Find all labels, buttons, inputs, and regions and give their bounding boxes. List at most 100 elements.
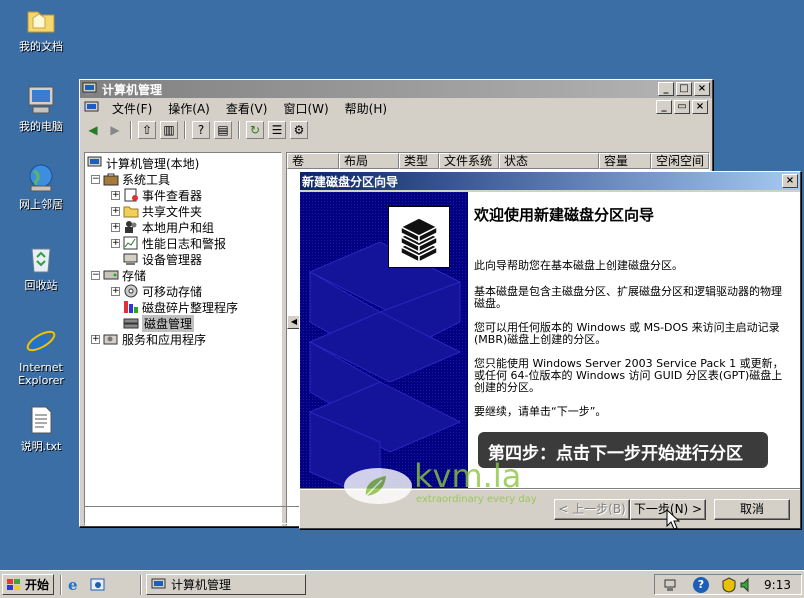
- watermark-brand: kvm.la: [414, 457, 522, 495]
- toolbar-separator: [184, 121, 186, 139]
- taskbar: 开始 e 计算机管理 ? 9:13: [0, 570, 804, 598]
- cancel-button[interactable]: 取消: [714, 499, 790, 520]
- menu-action[interactable]: 操作(A): [160, 98, 218, 119]
- desktop-icon-network[interactable]: 网上邻居: [6, 162, 76, 211]
- column-header-volume[interactable]: 卷: [287, 153, 339, 169]
- wizard-heading: 欢迎使用新建磁盘分区向导: [474, 206, 655, 224]
- desktop-icon-label: 网上邻居: [19, 198, 63, 211]
- menu-bar: 文件(F) 操作(A) 查看(V) 窗口(W) 帮助(H) _ ▭ ×: [80, 98, 712, 118]
- help-tray-icon[interactable]: ?: [693, 577, 709, 593]
- expand-toggle[interactable]: +: [111, 222, 120, 232]
- wizard-paragraph-4: 您只能使用 Windows Server 2003 Service Pack 1…: [474, 357, 784, 394]
- minimize-button[interactable]: _: [658, 82, 674, 96]
- network-tray-icon[interactable]: [663, 577, 679, 593]
- maximize-button[interactable]: □: [676, 82, 692, 96]
- task-label: 计算机管理: [171, 578, 232, 592]
- users-icon: [123, 220, 139, 234]
- folder-icon: [25, 4, 57, 36]
- wizard-title: 新建磁盘分区向导: [302, 174, 399, 189]
- expand-toggle[interactable]: +: [111, 286, 120, 296]
- wizard-close-button[interactable]: ×: [782, 174, 798, 188]
- wizard-titlebar[interactable]: 新建磁盘分区向导 ×: [300, 172, 800, 190]
- tree-node-removable-storage[interactable]: + 可移动存储: [111, 283, 202, 299]
- collapse-toggle[interactable]: −: [91, 174, 100, 184]
- expand-toggle[interactable]: +: [111, 238, 120, 248]
- expand-toggle[interactable]: +: [111, 190, 120, 200]
- forward-arrow-icon[interactable]: ▶: [106, 121, 124, 139]
- child-restore-button[interactable]: ▭: [674, 100, 690, 114]
- internet-explorer-icon: e: [25, 325, 57, 360]
- disk-management-icon: [123, 316, 139, 330]
- mmc-child-icon: [84, 101, 102, 115]
- tree-node-storage[interactable]: − 存储: [91, 267, 146, 283]
- up-level-icon[interactable]: ⇧: [138, 121, 156, 139]
- column-header-type[interactable]: 类型: [399, 153, 439, 169]
- quick-launch-separator: [140, 575, 142, 595]
- desktop-icon-label: Internet Explorer: [18, 361, 64, 387]
- window-titlebar[interactable]: 计算机管理 _ □ ×: [80, 80, 712, 98]
- settings-icon[interactable]: ⚙: [290, 121, 308, 139]
- desktop-icon-my-documents[interactable]: 我的文档: [6, 4, 76, 53]
- column-header-capacity[interactable]: 容量: [599, 153, 651, 169]
- show-tree-icon[interactable]: ▥: [160, 121, 178, 139]
- tree-node-event-viewer[interactable]: + 事件查看器: [111, 187, 202, 203]
- desktop-icon-ie[interactable]: e Internet Explorer: [6, 325, 76, 387]
- column-header-filesystem[interactable]: 文件系统: [439, 153, 499, 169]
- child-minimize-button[interactable]: _: [656, 100, 672, 114]
- desktop-icon-my-computer[interactable]: 我的电脑: [6, 84, 76, 133]
- svg-text:e: e: [30, 325, 49, 357]
- taskbar-task-computer-management[interactable]: 计算机管理: [146, 574, 306, 595]
- start-button[interactable]: 开始: [2, 574, 54, 595]
- desktop-icon-label: 回收站: [24, 279, 58, 292]
- properties-icon[interactable]: ▤: [214, 121, 232, 139]
- computer-management-icon: [87, 156, 103, 170]
- speaker-tray-icon[interactable]: [739, 577, 755, 593]
- column-header-status[interactable]: 状态: [499, 153, 599, 169]
- column-header-free-space[interactable]: 空闲空间: [651, 153, 709, 169]
- tree-node-root[interactable]: 计算机管理(本地): [87, 155, 199, 171]
- clock[interactable]: 9:13: [764, 578, 791, 592]
- menu-window[interactable]: 窗口(W): [275, 98, 336, 119]
- desktop-icon-recycle-bin[interactable]: 回收站: [6, 243, 76, 292]
- menu-help[interactable]: 帮助(H): [337, 98, 395, 119]
- tree-node-local-users[interactable]: + 本地用户和组: [111, 219, 214, 235]
- help-icon[interactable]: ?: [192, 121, 210, 139]
- security-shield-tray-icon[interactable]: [721, 577, 737, 593]
- device-manager-icon: [123, 252, 139, 266]
- quick-launch-ie-icon[interactable]: e: [68, 577, 84, 593]
- toolbox-icon: [103, 172, 119, 186]
- tree-node-device-manager[interactable]: 设备管理器: [123, 251, 202, 267]
- export-list-icon[interactable]: ☰: [268, 121, 286, 139]
- tree-node-defrag[interactable]: 磁盘碎片整理程序: [123, 299, 238, 315]
- windows-logo-icon: [6, 578, 22, 592]
- tree-node-system-tools[interactable]: − 系统工具: [91, 171, 170, 187]
- performance-icon: [123, 236, 139, 250]
- quick-launch-explorer-icon[interactable]: [90, 577, 106, 593]
- tree-node-disk-management[interactable]: 磁盘管理: [123, 314, 195, 332]
- wizard-logo-icon: [388, 206, 450, 268]
- watermark-tagline: extraordinary every day: [416, 494, 537, 505]
- collapse-toggle[interactable]: −: [91, 270, 100, 280]
- child-close-button[interactable]: ×: [692, 100, 708, 114]
- tree-node-shared-folders[interactable]: + 共享文件夹: [111, 203, 202, 219]
- back-arrow-icon[interactable]: ◀: [84, 121, 102, 139]
- services-icon: [103, 332, 119, 346]
- tree-node-services-apps[interactable]: + 服务和应用程序: [91, 331, 206, 347]
- expand-toggle[interactable]: +: [111, 206, 120, 216]
- text-file-icon: [25, 404, 57, 436]
- close-button[interactable]: ×: [694, 82, 710, 96]
- menu-file[interactable]: 文件(F): [104, 98, 160, 119]
- desktop-icon-readme[interactable]: 说明.txt: [6, 404, 76, 453]
- back-button[interactable]: < 上一步(B): [554, 499, 630, 520]
- menu-view[interactable]: 查看(V): [218, 98, 276, 119]
- wizard-paragraph-3: 您可以用任何版本的 Windows 或 MS-DOS 来访问主启动记录(MBR)…: [474, 321, 780, 346]
- wizard-banner: [300, 192, 468, 488]
- system-tray: ? 9:13: [654, 574, 802, 595]
- shared-folder-icon: [123, 204, 139, 218]
- tree-node-performance-logs[interactable]: + 性能日志和警报: [111, 235, 226, 251]
- expand-toggle[interactable]: +: [91, 334, 100, 344]
- computer-icon: [25, 84, 57, 116]
- column-header-layout[interactable]: 布局: [339, 153, 399, 169]
- refresh-icon[interactable]: ↻: [246, 121, 264, 139]
- desktop-icon-label: 我的电脑: [19, 120, 63, 133]
